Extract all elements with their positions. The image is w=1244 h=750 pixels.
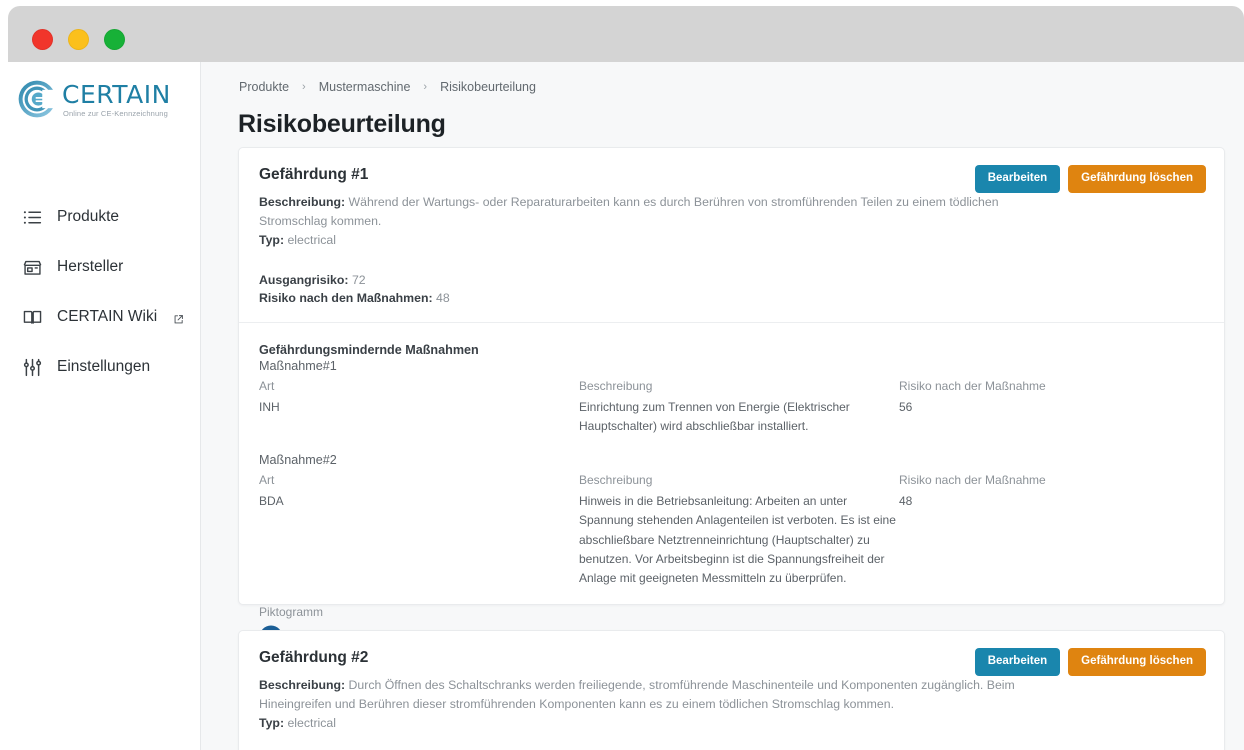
sidebar: CERTAIN Online zur CE-Kennzeichnung Prod… — [8, 62, 201, 750]
chevron-right-icon: › — [302, 81, 306, 93]
window-titlebar — [8, 6, 1244, 62]
edit-hazard-button[interactable]: Bearbeiten — [974, 165, 1061, 193]
measure-row: Art INH Beschreibung Einrichtung zum Tre… — [259, 379, 1204, 437]
measure-name: Maßnahme#2 — [259, 452, 337, 467]
hazard-card-header: Gefährdung #1 Beschreibung: Während der … — [239, 148, 1224, 322]
description-label: Beschreibung: — [259, 678, 346, 692]
column-header-beschreibung: Beschreibung — [579, 378, 653, 393]
breadcrumb-item-mustermaschine[interactable]: Mustermaschine — [319, 80, 411, 94]
sidebar-item-label: Einstellungen — [57, 358, 151, 375]
delete-hazard-button[interactable]: Gefährdung löschen — [1068, 648, 1206, 676]
book-icon — [21, 306, 43, 328]
hazard-card: Gefährdung #2 Beschreibung: Durch Öffnen… — [238, 630, 1225, 750]
measure-description-value: Einrichtung zum Trennen von Energie (Ele… — [579, 399, 850, 434]
column-header-risiko: Risiko nach der Maßnahme — [899, 472, 1046, 487]
delete-hazard-button[interactable]: Gefährdung löschen — [1068, 165, 1206, 193]
sidebar-item-hersteller[interactable]: Hersteller — [8, 242, 201, 292]
measure-name: Maßnahme#1 — [259, 358, 337, 373]
hazard-description-row: Beschreibung: Während der Wartungs- oder… — [259, 193, 1019, 231]
column-header-beschreibung: Beschreibung — [579, 472, 653, 487]
page-title: Risikobeurteilung — [238, 110, 446, 138]
hazard-card: Gefährdung #1 Beschreibung: Während der … — [238, 147, 1225, 649]
breadcrumb-item-risikobeurteilung[interactable]: Risikobeurteilung — [440, 80, 536, 94]
initial-risk-value: 72 — [351, 273, 366, 288]
hazard-type: electrical — [287, 716, 336, 731]
sidebar-item-einstellungen[interactable]: Einstellungen — [8, 342, 201, 392]
breadcrumb: Produkte › Mustermaschine › Risikobeurte… — [239, 80, 536, 94]
window-close-button[interactable] — [32, 29, 53, 50]
window-maximize-button[interactable] — [104, 29, 125, 50]
measure-risk-column: Risiko nach der Maßnahme 56 — [899, 379, 1159, 437]
window-minimize-button[interactable] — [68, 29, 89, 50]
measure-art-column: Art INH — [259, 379, 579, 437]
app-window: CERTAIN Online zur CE-Kennzeichnung Prod… — [0, 0, 1244, 750]
hazard-card-header: Gefährdung #2 Beschreibung: Durch Öffnen… — [239, 631, 1224, 750]
sliders-icon — [21, 356, 43, 378]
sidebar-item-certain-wiki[interactable]: CERTAIN Wiki — [8, 292, 201, 342]
hazard-description: Während der Wartungs- oder Reparaturarbe… — [259, 195, 999, 229]
measure-description-column: Beschreibung Einrichtung zum Trennen von… — [579, 379, 899, 437]
column-header-art: Art — [259, 472, 275, 487]
app-root: CERTAIN Online zur CE-Kennzeichnung Prod… — [8, 62, 1244, 750]
measure-risk-column: Risiko nach der Maßnahme 48 — [899, 473, 1159, 589]
list-icon — [21, 206, 43, 228]
chevron-right-icon: › — [423, 81, 428, 93]
brand-name: CERTAIN — [62, 80, 171, 110]
description-label: Beschreibung: — [259, 195, 346, 209]
hazard-type-row: Typ: electrical — [259, 714, 1019, 733]
sidebar-nav: Produkte Hersteller CERTAIN Wiki Einstel… — [8, 192, 201, 392]
pictogram-label: Piktogramm — [259, 604, 324, 619]
residual-risk-label: Risiko nach den Maßnahmen: — [259, 290, 433, 305]
measure-art-value: BDA — [259, 493, 284, 508]
measure-description-column: Beschreibung Hinweis in die Betriebsanle… — [579, 473, 899, 589]
measures-heading: Gefährdungsmindernde Maßnahmen — [259, 342, 479, 357]
breadcrumb-item-produkte[interactable]: Produkte — [239, 80, 289, 94]
hazard-description: Durch Öffnen des Schaltschranks werden f… — [259, 678, 1015, 712]
measure-art-value: INH — [259, 399, 280, 414]
store-icon — [21, 256, 43, 278]
measure-row: Art BDA Beschreibung Hinweis in die Betr… — [259, 473, 1204, 589]
certain-logo-icon — [18, 80, 57, 118]
measure-description-value: Hinweis in die Betriebsanleitung: Arbeit… — [579, 493, 896, 586]
hazard-description-row: Beschreibung: Durch Öffnen des Schaltsch… — [259, 676, 1019, 714]
hazard-type-row: Typ: electrical — [259, 231, 1019, 250]
measure-risk-value: 48 — [899, 493, 913, 508]
measures-section: Gefährdungsmindernde Maßnahmen Maßnahme#… — [239, 323, 1224, 667]
type-label: Typ: — [259, 716, 285, 731]
residual-risk-value: 48 — [435, 290, 450, 305]
external-link-icon — [173, 312, 184, 323]
measure-risk-value: 56 — [899, 399, 913, 414]
sidebar-item-label: Produkte — [57, 208, 120, 225]
sidebar-item-produkte[interactable]: Produkte — [8, 192, 201, 242]
column-header-art: Art — [259, 378, 275, 393]
initial-risk-row: Ausgangrisiko: 72 — [259, 272, 1019, 290]
brand-tagline: Online zur CE-Kennzeichnung — [63, 109, 168, 119]
initial-risk-label: Ausgangrisiko: — [259, 273, 349, 288]
residual-risk-row: Risiko nach den Maßnahmen: 48 — [259, 290, 1019, 308]
hazard-card-actions: Bearbeiten Gefährdung löschen — [974, 165, 1206, 193]
hazard-type: electrical — [287, 233, 336, 248]
hazard-risk-block: Ausgangrisiko: 72 Risiko nach den Maßnah… — [259, 272, 1204, 308]
main-content: Produkte › Mustermaschine › Risikobeurte… — [201, 62, 1244, 750]
measure-art-column: Art BDA — [259, 473, 579, 589]
type-label: Typ: — [259, 233, 285, 248]
sidebar-item-label: CERTAIN Wiki — [57, 308, 158, 325]
column-header-risiko: Risiko nach der Maßnahme — [899, 378, 1046, 393]
hazard-card-actions: Bearbeiten Gefährdung löschen — [974, 648, 1206, 676]
sidebar-item-label: Hersteller — [57, 258, 124, 275]
edit-hazard-button[interactable]: Bearbeiten — [974, 648, 1061, 676]
brand-text: CERTAIN Online zur CE-Kennzeichnung — [62, 80, 171, 118]
brand-logo[interactable]: CERTAIN Online zur CE-Kennzeichnung — [16, 72, 194, 126]
